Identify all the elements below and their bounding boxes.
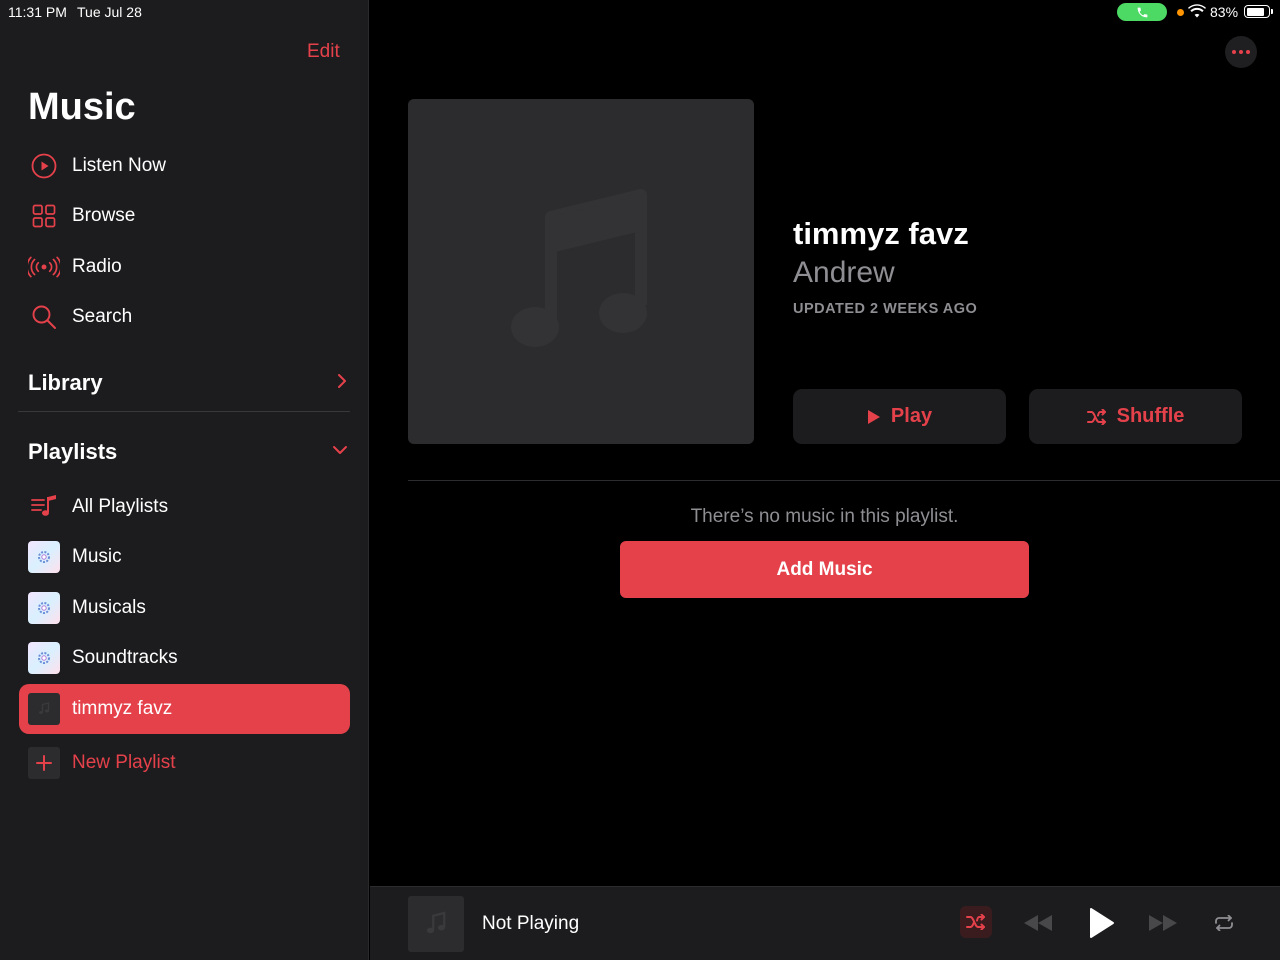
- grid-icon: [28, 200, 60, 232]
- playlist-title: timmyz favz: [793, 216, 969, 251]
- battery-level: [1246, 7, 1264, 16]
- sidebar-item-label: Musicals: [72, 597, 146, 618]
- edit-button[interactable]: Edit: [307, 41, 340, 63]
- sidebar-item-label: Radio: [72, 256, 122, 277]
- phone-icon: [1137, 7, 1147, 17]
- new-playlist-button[interactable]: New Playlist: [28, 743, 348, 783]
- sidebar-title: Music: [28, 86, 136, 128]
- repeat-button[interactable]: [1210, 909, 1238, 937]
- shuffle-button[interactable]: Shuffle: [1029, 389, 1242, 444]
- sidebar-item-playlist-timmyz-favz[interactable]: timmyz favz: [28, 689, 348, 729]
- play-circle-icon: [28, 150, 60, 182]
- music-note-icon: [28, 693, 60, 725]
- content-divider: [408, 480, 1280, 481]
- sidebar: Edit Music Listen Now Browse Radio Searc…: [0, 0, 369, 960]
- search-icon: [28, 301, 60, 333]
- playlist-updated: UPDATED 2 WEEKS AGO: [793, 301, 978, 317]
- gear-icon: [28, 541, 60, 573]
- shuffle-icon: [1086, 408, 1106, 425]
- music-note-icon: [511, 188, 647, 347]
- sidebar-item-playlist-musicals[interactable]: Musicals: [28, 588, 348, 628]
- play-button[interactable]: Play: [793, 389, 1006, 444]
- battery-percent: 83%: [1210, 4, 1239, 20]
- radio-waves-icon: [28, 251, 60, 283]
- sidebar-item-label: timmyz favz: [72, 698, 173, 719]
- playlist-author[interactable]: Andrew: [793, 256, 895, 290]
- play-icon: [1090, 908, 1114, 938]
- sidebar-item-radio[interactable]: Radio: [28, 247, 348, 287]
- sidebar-divider: [18, 411, 350, 412]
- play-icon: [867, 409, 880, 424]
- playlist-icon: [28, 491, 60, 523]
- library-label: Library: [28, 370, 103, 395]
- app-root: 11:31 PM Tue Jul 28 83% Edit Music Liste…: [0, 0, 1280, 960]
- shuffle-button-label: Shuffle: [1116, 405, 1185, 427]
- now-playing-title: Not Playing: [482, 913, 580, 934]
- mic-in-use-dot: [1177, 9, 1184, 16]
- playlist-artwork: [408, 99, 754, 444]
- status-time: 11:31 PM: [8, 4, 67, 20]
- next-track-button[interactable]: [1147, 909, 1179, 937]
- more-options-button[interactable]: [1225, 36, 1257, 68]
- wifi-icon: [1188, 4, 1206, 21]
- sidebar-item-label: Music: [72, 546, 122, 567]
- ellipsis-icon: [1232, 50, 1236, 54]
- sidebar-item-all-playlists[interactable]: All Playlists: [28, 487, 348, 527]
- sidebar-item-browse[interactable]: Browse: [28, 196, 348, 236]
- sidebar-library-header[interactable]: Library: [28, 370, 348, 396]
- sidebar-item-search[interactable]: Search: [28, 297, 348, 337]
- gear-icon: [28, 642, 60, 674]
- add-music-button[interactable]: Add Music: [620, 541, 1029, 598]
- sidebar-item-label: Browse: [72, 205, 136, 226]
- sidebar-item-label: All Playlists: [72, 496, 169, 517]
- rewind-icon: [1024, 915, 1052, 931]
- sidebar-item-playlist-music[interactable]: Music: [28, 537, 348, 577]
- previous-track-button[interactable]: [1022, 909, 1054, 937]
- new-playlist-label: New Playlist: [72, 752, 176, 773]
- now-playing-artwork: [408, 896, 464, 952]
- gear-icon: [28, 592, 60, 624]
- sidebar-item-playlist-soundtracks[interactable]: Soundtracks: [28, 638, 348, 678]
- sidebar-item-label: Soundtracks: [72, 647, 178, 668]
- player-play-button[interactable]: [1086, 906, 1118, 940]
- play-button-label: Play: [890, 405, 933, 427]
- sidebar-playlists-header[interactable]: Playlists: [28, 439, 348, 465]
- player-shuffle-button[interactable]: [960, 906, 992, 938]
- plus-icon: [28, 747, 60, 779]
- repeat-icon: [1215, 915, 1233, 931]
- empty-playlist-message: There’s no music in this playlist.: [690, 506, 959, 527]
- chevron-down-icon: [332, 443, 348, 461]
- fast-forward-icon: [1149, 915, 1177, 931]
- mini-player[interactable]: Not Playing: [370, 886, 1280, 960]
- shuffle-icon: [966, 914, 985, 930]
- status-date: Tue Jul 28: [77, 4, 142, 20]
- music-note-icon: [426, 911, 446, 934]
- battery-icon: [1244, 5, 1273, 18]
- call-indicator[interactable]: [1117, 3, 1167, 21]
- chevron-right-icon: [336, 373, 348, 394]
- sidebar-item-label: Search: [72, 306, 133, 327]
- playlists-label: Playlists: [28, 439, 118, 464]
- sidebar-item-label: Listen Now: [72, 155, 166, 176]
- status-bar: 11:31 PM Tue Jul 28 83%: [0, 0, 1280, 24]
- sidebar-item-listen-now[interactable]: Listen Now: [28, 146, 348, 186]
